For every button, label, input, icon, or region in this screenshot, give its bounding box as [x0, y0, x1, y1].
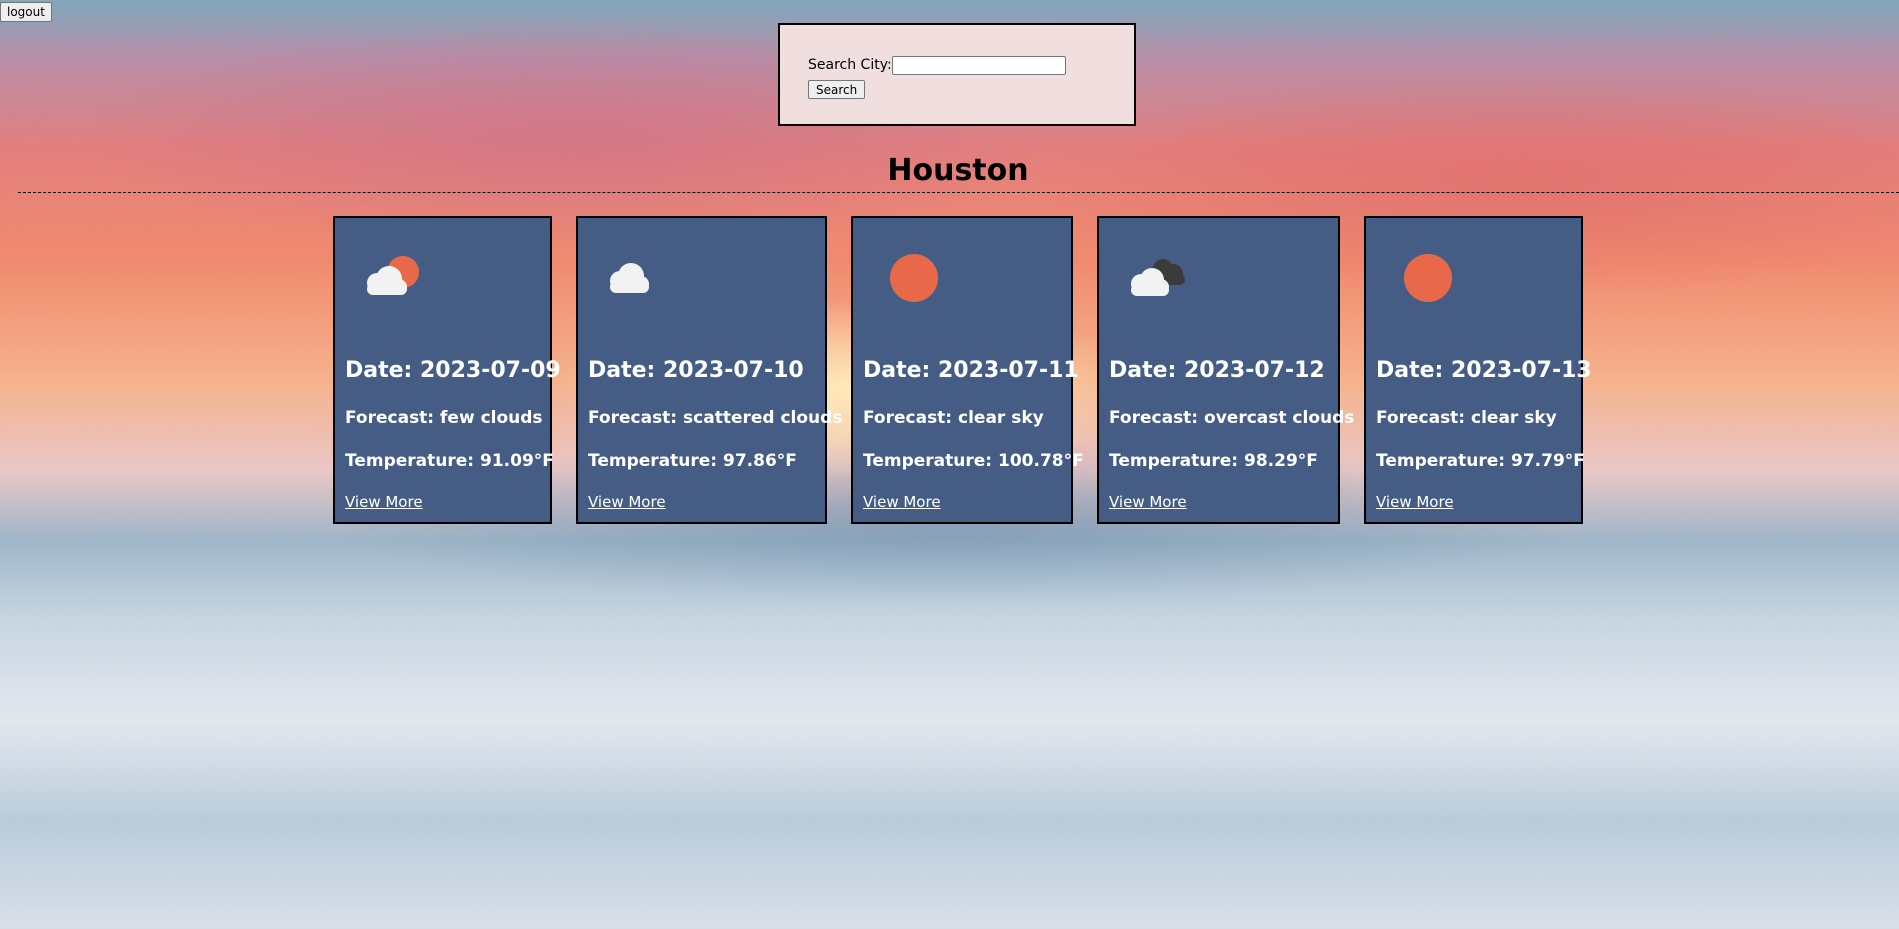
search-button[interactable]: Search: [808, 80, 866, 99]
forecast-temperature: Temperature: 97.86°F: [588, 451, 797, 471]
forecast-temperature: Temperature: 100.78°F: [863, 451, 1084, 471]
forecast-date: Date: 2023-07-09: [345, 358, 561, 383]
forecast-date: Date: 2023-07-13: [1376, 358, 1592, 383]
search-city-input[interactable]: [892, 56, 1066, 75]
clear-sky-icon: [1404, 254, 1452, 302]
clear-sky-icon: [890, 254, 938, 302]
forecast-date: Date: 2023-07-12: [1109, 358, 1325, 383]
overcast-clouds-icon: [1131, 259, 1185, 296]
view-more-link[interactable]: View More: [863, 493, 941, 511]
forecast-temperature: Temperature: 97.79°F: [1376, 451, 1585, 471]
forecast-card: Date: 2023-07-10 Forecast: scattered clo…: [576, 216, 842, 524]
forecast-description: Forecast: few clouds: [345, 408, 543, 428]
forecast-card: Date: 2023-07-12 Forecast: overcast clou…: [1097, 216, 1354, 524]
forecast-date: Date: 2023-07-10: [588, 358, 804, 383]
search-panel: Search City: Search: [778, 23, 1136, 126]
logout-button[interactable]: logout: [0, 2, 52, 22]
few-clouds-icon: [367, 256, 419, 295]
scattered-clouds-icon: [610, 263, 649, 293]
forecast-description: Forecast: overcast clouds: [1109, 408, 1355, 428]
city-title: Houston: [887, 153, 1029, 188]
view-more-link[interactable]: View More: [1376, 493, 1454, 511]
forecast-card: Date: 2023-07-09 Forecast: few clouds Te…: [333, 216, 561, 524]
forecast-description: Forecast: clear sky: [863, 408, 1044, 428]
forecast-temperature: Temperature: 98.29°F: [1109, 451, 1318, 471]
view-more-link[interactable]: View More: [1109, 493, 1187, 511]
forecast-date: Date: 2023-07-11: [863, 358, 1079, 383]
search-city-label: Search City:: [808, 57, 892, 73]
forecast-card: Date: 2023-07-13 Forecast: clear sky Tem…: [1364, 216, 1592, 524]
dashed-divider: [18, 192, 1899, 193]
forecast-description: Forecast: scattered clouds: [588, 408, 843, 428]
forecast-card: Date: 2023-07-11 Forecast: clear sky Tem…: [851, 216, 1084, 524]
view-more-link[interactable]: View More: [588, 493, 666, 511]
forecast-description: Forecast: clear sky: [1376, 408, 1557, 428]
forecast-temperature: Temperature: 91.09°F: [345, 451, 554, 471]
view-more-link[interactable]: View More: [345, 493, 423, 511]
